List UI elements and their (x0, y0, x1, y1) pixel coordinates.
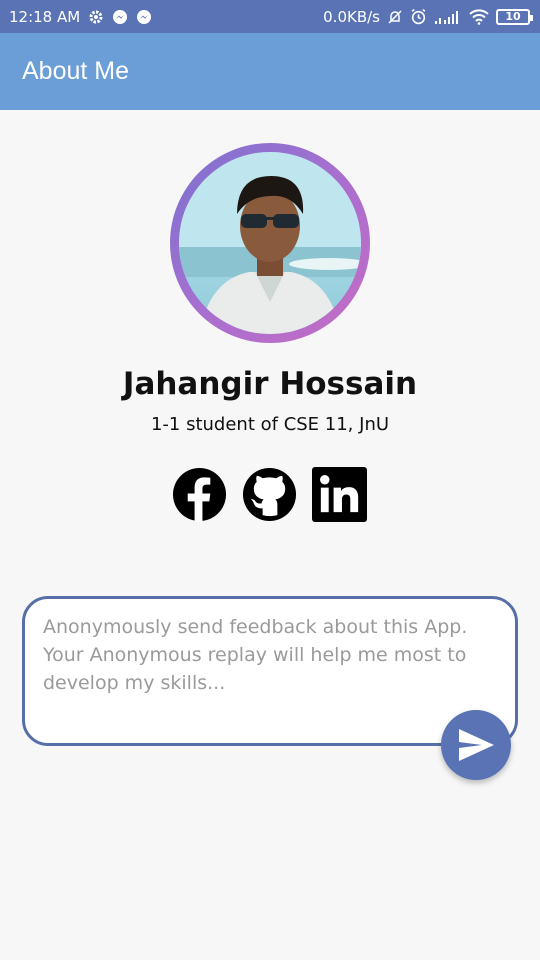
feedback-box (22, 596, 518, 746)
linkedin-button[interactable] (312, 466, 367, 522)
page-title: About Me (22, 57, 130, 85)
feedback-input[interactable] (43, 613, 497, 729)
facebook-button[interactable] (172, 466, 227, 522)
send-button[interactable] (441, 710, 511, 780)
profile-name: Jahangir Hossain (122, 366, 418, 402)
status-bar: 12:18 AM 0.0KB/s 10 (0, 0, 540, 33)
signal-icon (434, 10, 462, 24)
profile-subtitle: 1-1 student of CSE 11, JnU (150, 414, 390, 435)
app-bar: About Me (0, 33, 540, 110)
gear-icon (88, 9, 104, 25)
github-icon (242, 467, 297, 521)
status-time: 12:18 AM (9, 7, 81, 26)
avatar-ring (170, 143, 370, 343)
status-right: 0.0KB/s 10 (323, 7, 533, 26)
messenger-icon (136, 9, 152, 25)
status-left: 12:18 AM (9, 8, 152, 26)
network-speed: 0.0KB/s (323, 7, 380, 26)
messenger-icon (112, 9, 128, 25)
battery-icon: 10 (496, 8, 533, 25)
wifi-icon (469, 8, 489, 25)
linkedin-icon (312, 466, 367, 522)
mute-icon (387, 9, 403, 25)
facebook-icon (172, 467, 227, 522)
github-button[interactable] (242, 466, 297, 522)
battery-level: 10 (505, 10, 521, 23)
alarm-icon (410, 8, 427, 25)
social-links (172, 466, 367, 522)
send-icon (459, 729, 494, 761)
avatar-photo (179, 152, 361, 334)
avatar[interactable] (179, 152, 361, 334)
